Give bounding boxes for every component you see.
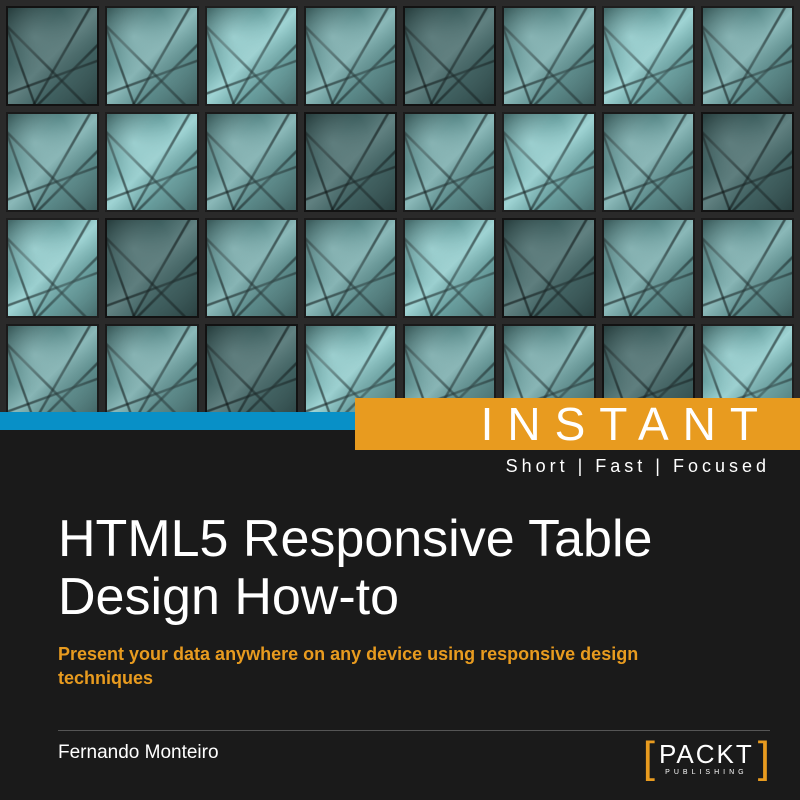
tile: [6, 218, 99, 318]
publisher-logo: [ PACKT PUBLISHING ]: [643, 736, 770, 780]
publisher-name: PACKT: [659, 741, 754, 767]
series-label: INSTANT: [481, 397, 772, 451]
tile: [602, 218, 695, 318]
tile: [6, 112, 99, 212]
tile: [105, 112, 198, 212]
tile: [602, 6, 695, 106]
tile: [205, 324, 298, 424]
divider: [58, 730, 770, 731]
tile: [701, 218, 794, 318]
tile: [105, 6, 198, 106]
tile: [403, 112, 496, 212]
tile: [304, 218, 397, 318]
cover-art-grid: [0, 0, 800, 430]
publisher-text: PACKT PUBLISHING: [659, 741, 754, 776]
tile: [502, 218, 595, 318]
tile: [205, 6, 298, 106]
tile: [6, 6, 99, 106]
series-tagline: Short | Fast | Focused: [506, 456, 770, 477]
bracket-right-icon: ]: [758, 736, 770, 780]
book-subtitle: Present your data anywhere on any device…: [58, 642, 680, 691]
tile: [602, 112, 695, 212]
author-name: Fernando Monteiro: [58, 742, 219, 764]
tile: [403, 6, 496, 106]
tile: [701, 112, 794, 212]
tile: [105, 324, 198, 424]
tile: [205, 112, 298, 212]
tile: [6, 324, 99, 424]
series-band: INSTANT: [355, 398, 800, 450]
book-cover: INSTANT Short | Fast | Focused HTML5 Res…: [0, 0, 800, 800]
bracket-left-icon: [: [643, 736, 655, 780]
tile: [502, 6, 595, 106]
tile: [105, 218, 198, 318]
publisher-sub: PUBLISHING: [665, 769, 747, 776]
tile: [403, 218, 496, 318]
tile: [304, 112, 397, 212]
tile: [304, 6, 397, 106]
tile: [701, 6, 794, 106]
book-title: HTML5 Responsive Table Design How-to: [58, 510, 760, 626]
accent-bar: [0, 412, 370, 430]
tile: [502, 112, 595, 212]
tile: [205, 218, 298, 318]
